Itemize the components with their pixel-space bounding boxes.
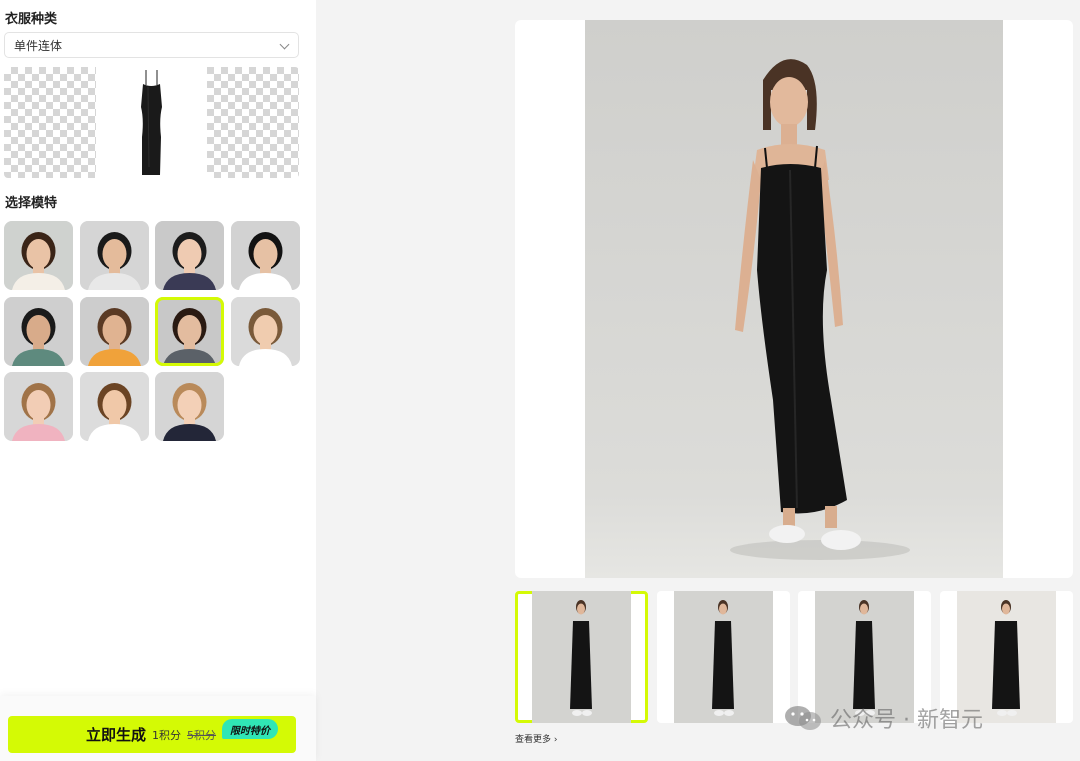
model-option-girl-2[interactable] — [155, 372, 224, 441]
model-option-male-3[interactable] — [79, 296, 149, 366]
thumbnail-photo — [673, 591, 773, 723]
model-option-female-1[interactable] — [4, 221, 73, 290]
model-portrait — [230, 296, 300, 366]
thumbnail-photo — [532, 591, 631, 723]
left-panel: 衣服种类 单件连体 选择模特 立即生成 1积分 5积分 限时特价 — [0, 0, 316, 761]
model-option-female-3[interactable] — [4, 296, 73, 366]
cost-now: 1积分 — [152, 728, 182, 742]
clothing-type-title: 衣服种类 — [5, 12, 58, 27]
promo-badge: 限时特价 — [222, 719, 278, 739]
model-option-male-1[interactable] — [79, 221, 149, 290]
clothing-type-select[interactable]: 单件连体 — [4, 32, 299, 58]
model-portrait — [4, 372, 73, 441]
model-option-boy-1[interactable] — [230, 296, 300, 366]
model-portrait — [155, 296, 224, 366]
bottom-bar: 立即生成 1积分 5积分 限时特价 — [0, 696, 316, 761]
cost-original: 5积分 — [187, 728, 217, 742]
generate-button[interactable]: 立即生成 1积分 5积分 限时特价 — [8, 716, 296, 753]
see-more-link[interactable]: 查看更多 › — [515, 732, 557, 745]
garment-preview[interactable] — [4, 67, 299, 178]
model-portrait — [4, 221, 73, 290]
garment-image — [96, 67, 207, 178]
model-option-male-2[interactable] — [230, 221, 300, 290]
model-portrait — [230, 221, 300, 290]
wechat-icon — [785, 706, 821, 730]
model-portrait — [79, 221, 149, 290]
main-result-photo[interactable] — [585, 20, 1003, 578]
watermark-text: 公众号 · 新智元 — [830, 708, 983, 733]
model-in-dress-thumb — [673, 591, 773, 723]
dress-image — [141, 70, 162, 175]
model-in-dress-thumb — [532, 591, 631, 723]
model-option-female-4[interactable] — [155, 296, 224, 366]
model-portrait — [4, 296, 73, 366]
main-result-card — [515, 20, 1073, 578]
result-thumbnail-2[interactable] — [656, 591, 790, 723]
chevron-down-icon — [279, 39, 290, 50]
model-portrait — [155, 221, 224, 290]
model-option-girl-1[interactable] — [4, 372, 73, 441]
model-option-boy-2[interactable] — [79, 372, 149, 441]
model-section-title: 选择模特 — [5, 196, 58, 211]
clothing-type-value: 单件连体 — [14, 38, 63, 53]
model-portrait — [79, 296, 149, 366]
model-option-female-2[interactable] — [155, 221, 224, 290]
model-portrait — [79, 372, 149, 441]
model-in-dress-image — [585, 20, 1003, 578]
generate-label: 立即生成 — [86, 726, 147, 744]
watermark: 公众号 · 新智元 — [784, 702, 983, 734]
model-portrait — [155, 372, 224, 441]
result-thumbnail-1[interactable] — [515, 591, 648, 723]
